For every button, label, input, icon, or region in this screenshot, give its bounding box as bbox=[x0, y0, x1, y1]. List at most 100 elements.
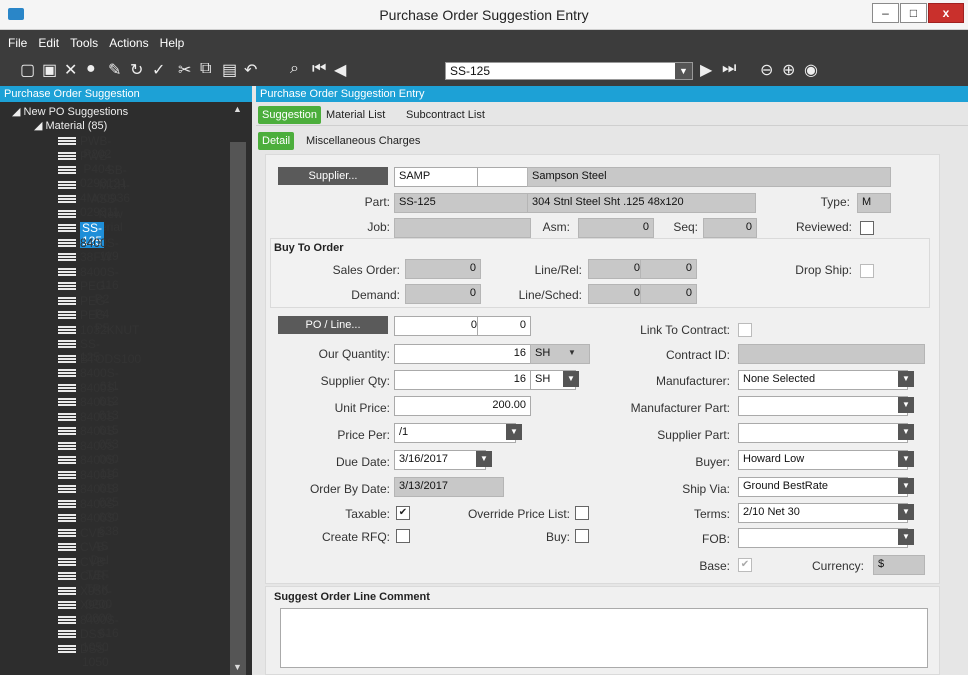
paste-icon[interactable]: ▤ bbox=[222, 60, 237, 80]
po-line-button[interactable]: PO / Line... bbox=[278, 316, 388, 334]
back-icon[interactable]: ⊖ bbox=[760, 60, 773, 80]
tree-group[interactable]: ◢ Material (85) bbox=[34, 119, 107, 132]
fob-label: FOB: bbox=[701, 532, 730, 546]
tab-material-list[interactable]: Material List bbox=[322, 106, 389, 124]
close-button[interactable]: x bbox=[928, 3, 964, 23]
sched-field[interactable]: 0 bbox=[640, 284, 697, 304]
our-uom-field[interactable]: SH bbox=[530, 344, 590, 364]
chevron-down-icon[interactable]: ▼ bbox=[898, 397, 914, 413]
rel-field[interactable]: 0 bbox=[640, 259, 697, 279]
minimize-button[interactable]: – bbox=[872, 3, 899, 23]
chevron-down-icon[interactable]: ▼ bbox=[563, 371, 579, 387]
tab-detail[interactable]: Detail bbox=[258, 132, 295, 150]
base-checkbox[interactable]: ✔ bbox=[738, 558, 752, 572]
link-contract-checkbox[interactable] bbox=[738, 323, 752, 337]
line-field[interactable]: 0 bbox=[588, 259, 645, 279]
record-nav-input[interactable]: SS-125 bbox=[445, 62, 693, 80]
tree-root[interactable]: ◢ New PO Suggestions bbox=[12, 105, 128, 118]
chevron-down-icon[interactable]: ▼ bbox=[675, 63, 692, 79]
app-icon bbox=[8, 8, 24, 20]
contract-id-field[interactable] bbox=[738, 344, 925, 364]
mfg-part-field[interactable] bbox=[738, 396, 908, 416]
chevron-down-icon[interactable]: ▼ bbox=[564, 345, 580, 361]
menu-help[interactable]: Help bbox=[160, 36, 185, 50]
next-record-icon[interactable]: ▶ bbox=[700, 60, 712, 80]
menu-bar: File Edit Tools Actions Help bbox=[0, 30, 968, 54]
memo-icon[interactable]: ● bbox=[86, 60, 96, 78]
chevron-down-icon[interactable]: ▼ bbox=[898, 504, 914, 520]
search-icon[interactable]: ⌕ bbox=[290, 60, 299, 78]
first-record-icon[interactable]: ⏮ bbox=[312, 60, 326, 78]
menu-file[interactable]: File bbox=[8, 36, 27, 50]
scroll-down-icon[interactable]: ▼ bbox=[233, 662, 242, 672]
prev-record-icon[interactable]: ◀ bbox=[334, 60, 346, 80]
chevron-down-icon[interactable]: ▼ bbox=[898, 424, 914, 440]
menu-edit[interactable]: Edit bbox=[38, 36, 59, 50]
help-icon[interactable]: ◉ bbox=[804, 60, 818, 80]
supplier-qty-field[interactable]: 16 bbox=[394, 370, 531, 390]
po-line-field[interactable]: 0 bbox=[477, 316, 531, 336]
asm-field[interactable]: 0 bbox=[578, 218, 654, 238]
supplier-extra-field[interactable] bbox=[477, 167, 531, 187]
last-record-icon[interactable]: ⏭ bbox=[722, 60, 736, 78]
demand-field[interactable]: 0 bbox=[405, 284, 481, 304]
tab-subcontract-list[interactable]: Subcontract List bbox=[402, 106, 489, 124]
create-rfq-checkbox[interactable] bbox=[396, 529, 410, 543]
seq-field[interactable]: 0 bbox=[703, 218, 757, 238]
taxable-checkbox[interactable]: ✔ bbox=[396, 506, 410, 520]
reviewed-checkbox[interactable] bbox=[860, 221, 874, 235]
document-icon bbox=[58, 224, 76, 233]
chevron-down-icon[interactable]: ▼ bbox=[506, 424, 522, 440]
calendar-icon[interactable]: ▼ bbox=[476, 451, 492, 467]
cut-icon[interactable]: ✂ bbox=[178, 60, 191, 80]
delete-icon[interactable]: ✕ bbox=[64, 60, 77, 80]
supplier-part-field[interactable] bbox=[738, 423, 908, 443]
buy-checkbox[interactable] bbox=[575, 529, 589, 543]
chevron-down-icon[interactable]: ▼ bbox=[898, 451, 914, 467]
menu-actions[interactable]: Actions bbox=[109, 36, 148, 50]
buyer-field[interactable]: Howard Low bbox=[738, 450, 908, 470]
maximize-button[interactable]: □ bbox=[900, 3, 927, 23]
chevron-down-icon[interactable]: ▼ bbox=[898, 371, 914, 387]
undo-icon[interactable]: ↶ bbox=[244, 60, 257, 80]
document-icon bbox=[58, 644, 76, 654]
price-per-field[interactable]: /1 bbox=[394, 423, 516, 443]
override-price-list-checkbox[interactable] bbox=[575, 506, 589, 520]
title-bar: Purchase Order Suggestion Entry bbox=[0, 0, 968, 30]
forward-icon[interactable]: ⊕ bbox=[782, 60, 795, 80]
menu-tools[interactable]: Tools bbox=[70, 36, 98, 50]
sched-line-field[interactable]: 0 bbox=[588, 284, 645, 304]
terms-field[interactable]: 2/10 Net 30 bbox=[738, 503, 908, 523]
part-field[interactable]: SS-125 bbox=[394, 193, 531, 213]
our-qty-field[interactable]: 16 bbox=[394, 344, 531, 364]
new-icon[interactable]: ▢ bbox=[20, 60, 35, 80]
save-icon[interactable]: ▣ bbox=[42, 60, 57, 80]
ship-via-field[interactable]: Ground BestRate bbox=[738, 477, 908, 497]
spell-icon[interactable]: ✓ bbox=[152, 60, 165, 80]
manufacturer-field[interactable]: None Selected bbox=[738, 370, 908, 390]
unit-price-field[interactable]: 200.00 bbox=[394, 396, 531, 416]
comment-textarea[interactable] bbox=[280, 608, 928, 668]
po-field[interactable]: 0 bbox=[394, 316, 482, 336]
supplier-id-field[interactable]: SAMP bbox=[394, 167, 482, 187]
due-date-field[interactable]: 3/16/2017 bbox=[394, 450, 486, 470]
document-icon bbox=[58, 238, 76, 248]
supplier-button[interactable]: Supplier... bbox=[278, 167, 388, 185]
copy-icon[interactable]: ⧉ bbox=[200, 60, 211, 78]
job-field[interactable] bbox=[394, 218, 531, 238]
fob-field[interactable] bbox=[738, 528, 908, 548]
override-price-list-label: Override Price List: bbox=[467, 507, 570, 521]
refresh-icon[interactable]: ↻ bbox=[130, 60, 143, 80]
sales-order-field[interactable]: 0 bbox=[405, 259, 481, 279]
suggestion-tree: ◢ New PO Suggestions ◢ Material (85) PWB… bbox=[0, 102, 252, 675]
attach-icon[interactable]: ✎ bbox=[108, 60, 121, 80]
scroll-up-icon[interactable]: ▲ bbox=[233, 104, 242, 114]
chevron-down-icon[interactable]: ▼ bbox=[898, 478, 914, 494]
tab-misc-charges[interactable]: Miscellaneous Charges bbox=[302, 132, 424, 150]
drop-ship-checkbox[interactable] bbox=[860, 264, 874, 278]
chevron-down-icon[interactable]: ▼ bbox=[898, 529, 914, 545]
tree-scrollbar[interactable] bbox=[230, 142, 246, 675]
document-icon bbox=[58, 354, 76, 364]
part-desc-field: 304 Stnl Steel Sht .125 48x120 bbox=[527, 193, 756, 213]
tab-suggestion[interactable]: Suggestion bbox=[258, 106, 322, 124]
